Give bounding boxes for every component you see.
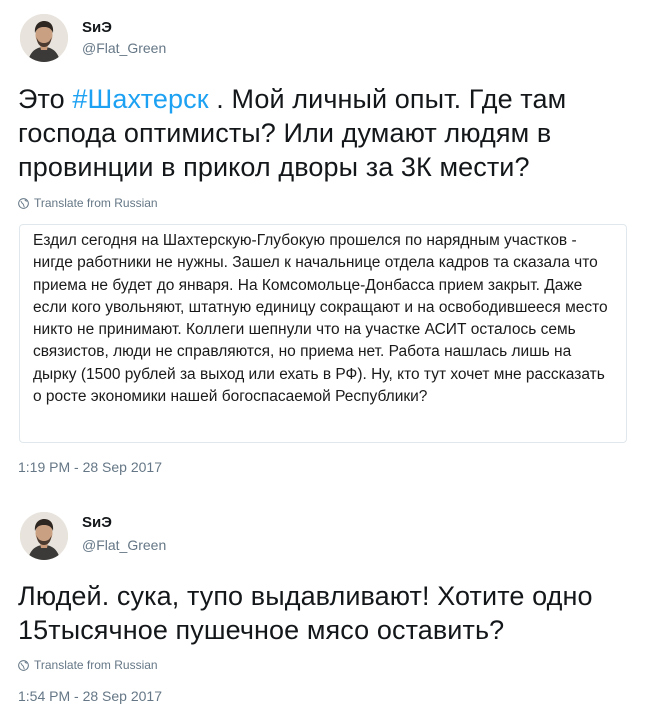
globe-icon	[18, 197, 29, 209]
quoted-text-box: Ездил сегодня на Шахтерскую-Глубокую про…	[19, 224, 627, 443]
translate-label: Translate from Russian	[34, 658, 158, 672]
tweet-timestamp[interactable]: 1:19 PM - 28 Sep 2017	[18, 459, 162, 475]
author-handle[interactable]: @Flat_Green	[82, 40, 166, 56]
tweet-text: Людей. сука, тупо выдавливают! Хотите од…	[18, 581, 593, 645]
author-handle[interactable]: @Flat_Green	[82, 537, 166, 553]
globe-icon	[18, 659, 29, 671]
author-name[interactable]: SиЭ	[82, 19, 112, 36]
avatar[interactable]	[20, 14, 68, 62]
tweet-text: Это #Шахтерск . Мой личный опыт. Где там…	[18, 82, 630, 184]
tweet-timestamp[interactable]: 1:54 PM - 28 Sep 2017	[18, 688, 162, 704]
translate-link[interactable]: Translate from Russian	[18, 658, 158, 672]
tweet-2: SиЭ @Flat_Green Людей. сука, тупо выдавл…	[0, 490, 648, 724]
avatar-photo-icon	[20, 512, 68, 560]
translate-link[interactable]: Translate from Russian	[18, 196, 158, 210]
avatar[interactable]	[20, 512, 68, 560]
translate-label: Translate from Russian	[34, 196, 158, 210]
avatar-photo-icon	[20, 14, 68, 62]
tweet-text-start: Это	[18, 84, 73, 114]
author-name[interactable]: SиЭ	[82, 514, 112, 531]
tweet-1: SиЭ @Flat_Green Это #Шахтерск . Мой личн…	[0, 0, 648, 490]
hashtag-link[interactable]: #Шахтерск	[72, 84, 208, 114]
